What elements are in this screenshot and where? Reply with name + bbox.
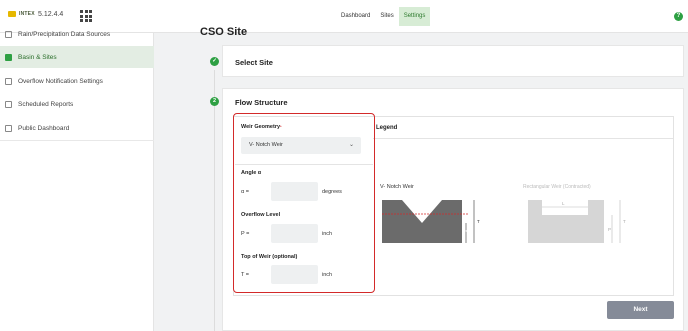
nav-settings[interactable]: Settings <box>398 7 431 26</box>
rect-weir-diagram: L T P <box>528 200 626 243</box>
sidebar-item-scheduled-reports[interactable]: Scheduled Reports <box>0 93 154 115</box>
report-icon <box>5 100 12 108</box>
vnotch-legend-label: V- Notch Weir <box>380 184 414 190</box>
next-button[interactable]: Next <box>607 301 674 319</box>
step-number-badge: 2 <box>210 97 219 106</box>
rect-weir-shape <box>528 200 604 243</box>
dashboard-icon <box>5 124 12 132</box>
main-nav: Dashboard Sites Settings <box>336 7 431 26</box>
legend-divider <box>373 138 673 139</box>
sidebar-item-label: Public Dashboard <box>18 124 70 132</box>
rect-legend-label: Rectangular Weir (Contracted) <box>523 184 591 190</box>
select-site-card[interactable] <box>222 45 684 77</box>
nav-dashboard[interactable]: Dashboard <box>336 7 375 26</box>
sidebar-item-label: Scheduled Reports <box>18 100 74 108</box>
logo-text: INTEX <box>19 11 35 17</box>
bell-icon <box>5 77 12 85</box>
nav-sites[interactable]: Sites <box>375 7 398 26</box>
app-version: 5.12.4.4 <box>38 11 64 18</box>
help-icon[interactable]: ? <box>674 12 683 21</box>
sidebar-divider <box>0 140 154 141</box>
select-site-title: Select Site <box>235 58 273 67</box>
sidebar-item-rain-sources[interactable]: Rain/Precipitation Data Sources <box>0 23 154 45</box>
steps-timeline <box>214 70 215 331</box>
settings-sidebar: Rain/Precipitation Data Sources Basin & … <box>0 30 154 331</box>
sidebar-item-label: Rain/Precipitation Data Sources <box>18 30 111 38</box>
alpha-mark: α <box>420 203 423 208</box>
l-mark: L <box>562 201 565 206</box>
p-mark: P <box>608 227 611 232</box>
legend-title: Legend <box>376 125 398 131</box>
check-icon: ✓ <box>210 57 219 66</box>
rain-gauge-icon <box>5 30 12 38</box>
app-logo[interactable]: INTEX <box>8 11 35 17</box>
apps-grid-icon[interactable] <box>80 10 92 22</box>
logo-mark-icon <box>8 11 16 17</box>
sidebar-item-overflow-notifications[interactable]: Overflow Notification Settings <box>0 70 154 92</box>
t-mark: T <box>623 219 626 224</box>
vnotch-weir-diagram: α T P <box>382 200 480 243</box>
highlight-box <box>233 113 375 293</box>
sidebar-item-basin-sites[interactable]: Basin & Sites <box>0 46 154 68</box>
sidebar-item-label: Overflow Notification Settings <box>18 77 103 85</box>
p-mark: P <box>464 229 467 234</box>
sidebar-item-label: Basin & Sites <box>18 53 57 61</box>
flow-structure-title: Flow Structure <box>235 98 288 107</box>
page-title: CSO Site <box>200 26 248 38</box>
basin-icon <box>5 53 12 61</box>
sidebar-item-public-dashboard[interactable]: Public Dashboard <box>0 117 154 139</box>
t-mark: T <box>477 219 480 224</box>
